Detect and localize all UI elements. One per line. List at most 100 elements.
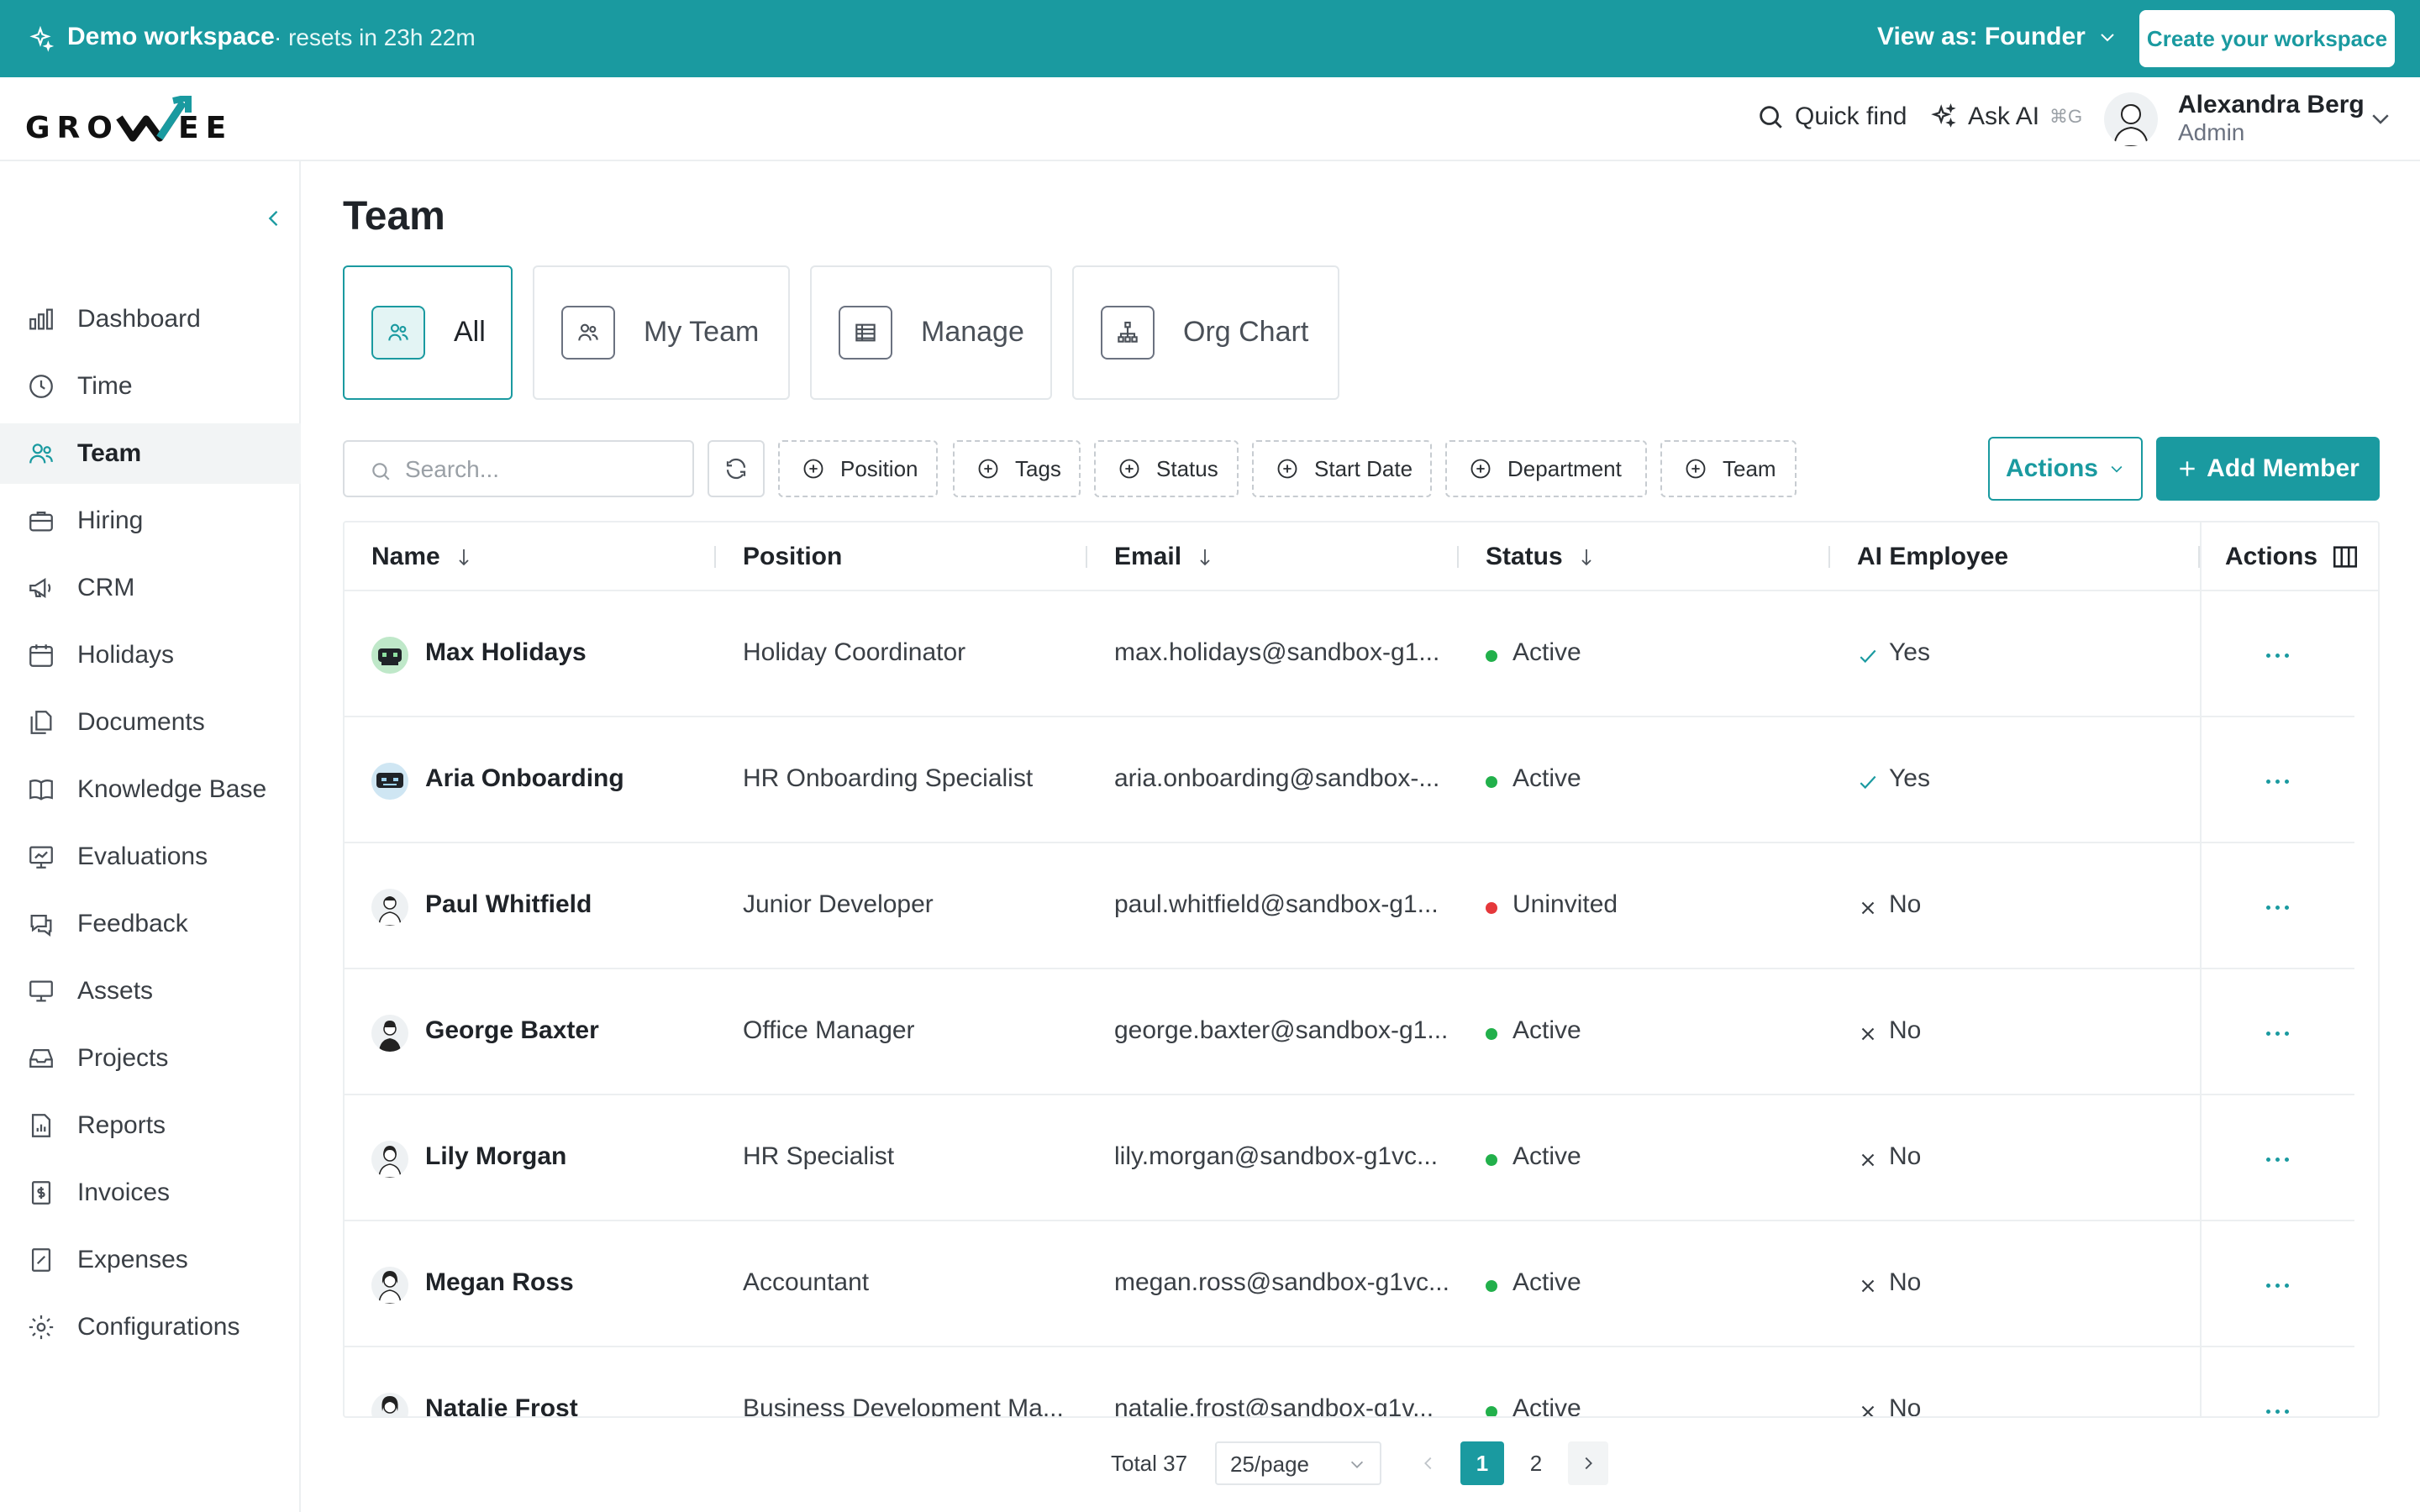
filter-position[interactable]: Position xyxy=(778,440,938,497)
user-avatar[interactable] xyxy=(2104,92,2158,146)
member-email: max.holidays@sandbox-g1... xyxy=(1114,638,1440,666)
table-row[interactable]: Max Holidays Holiday Coordinator max.hol… xyxy=(345,591,2354,717)
sidebar-item-label: Evaluations xyxy=(77,843,208,870)
sidebar-item-crm[interactable]: CRM xyxy=(0,558,301,618)
column-header-status[interactable]: Status xyxy=(1486,543,1597,571)
table-row[interactable]: George Baxter Office Manager george.baxt… xyxy=(345,969,2354,1095)
table-row[interactable]: Lily Morgan HR Specialist lily.morgan@sa… xyxy=(345,1095,2354,1221)
person-avatar xyxy=(371,1141,408,1178)
view-as-dropdown[interactable]: View as: Founder xyxy=(1877,23,2118,51)
member-name[interactable]: Paul Whitfield xyxy=(425,890,592,919)
filter-tags[interactable]: Tags xyxy=(953,440,1081,497)
column-divider[interactable] xyxy=(1457,546,1459,568)
refresh-icon xyxy=(726,458,746,480)
ask-ai-button[interactable]: Ask AI ⌘G xyxy=(1929,102,2082,131)
briefcase-icon xyxy=(29,511,53,532)
sidebar-item-time[interactable]: Time xyxy=(0,356,301,417)
filter-department[interactable]: Department xyxy=(1445,440,1647,497)
chevron-down-icon[interactable] xyxy=(2368,106,2393,131)
more-actions-button[interactable] xyxy=(2260,890,2294,924)
page-size-select[interactable]: 25/page xyxy=(1215,1441,1381,1485)
sidebar-item-invoices[interactable]: Invoices xyxy=(0,1163,301,1223)
status-dot xyxy=(1486,902,1497,914)
sidebar-item-label: Invoices xyxy=(77,1179,171,1206)
more-actions-button[interactable] xyxy=(2260,1394,2294,1416)
table-row[interactable]: Megan Ross Accountant megan.ross@sandbox… xyxy=(345,1221,2354,1347)
sidebar-item-configurations[interactable]: Configurations xyxy=(0,1297,301,1357)
column-divider[interactable] xyxy=(714,546,716,568)
table-row[interactable]: Natalie Frost Business Development Ma...… xyxy=(345,1347,2354,1418)
member-position: Business Development Ma... xyxy=(743,1394,1064,1418)
column-header-name[interactable]: Name xyxy=(371,543,474,571)
member-email: megan.ross@sandbox-g1vc... xyxy=(1114,1268,1449,1296)
tab-my-team[interactable]: My Team xyxy=(533,265,790,400)
filter-start-date[interactable]: Start Date xyxy=(1252,440,1432,497)
sidebar-item-dashboard[interactable]: Dashboard xyxy=(0,289,301,349)
quick-find-button[interactable]: Quick find xyxy=(1756,102,1907,131)
member-name[interactable]: Lily Morgan xyxy=(425,1142,566,1171)
columns-icon[interactable] xyxy=(2331,543,2360,571)
collapse-sidebar-icon[interactable] xyxy=(262,207,286,230)
tab-manage[interactable]: Manage xyxy=(810,265,1052,400)
sidebar-item-evaluations[interactable]: Evaluations xyxy=(0,827,301,887)
filter-status[interactable]: Status xyxy=(1094,440,1239,497)
refresh-button[interactable] xyxy=(708,440,765,497)
member-name[interactable]: Megan Ross xyxy=(425,1268,574,1297)
column-divider[interactable] xyxy=(1086,546,1087,568)
sidebar-item-holidays[interactable]: Holidays xyxy=(0,625,301,685)
plus-circle-icon xyxy=(978,459,998,479)
filter-label: Department xyxy=(1507,455,1622,481)
column-header-ai-employee[interactable]: AI Employee xyxy=(1857,543,2008,571)
create-workspace-button[interactable]: Create your workspace xyxy=(2139,10,2395,67)
user-role: Admin xyxy=(2178,119,2245,145)
member-name[interactable]: George Baxter xyxy=(425,1016,599,1045)
column-divider[interactable] xyxy=(1828,546,1830,568)
column-header-actions[interactable]: Actions xyxy=(2225,543,2360,571)
page-1-button[interactable]: 1 xyxy=(1460,1441,1504,1485)
user-name[interactable]: Alexandra Berg xyxy=(2178,91,2365,119)
sidebar-item-knowledge-base[interactable]: Knowledge Base xyxy=(0,759,301,820)
more-actions-button[interactable] xyxy=(2260,638,2294,672)
logo-text-left: GRO xyxy=(25,111,119,145)
check-icon xyxy=(1860,775,1876,790)
member-name[interactable]: Max Holidays xyxy=(425,638,587,667)
more-actions-button[interactable] xyxy=(2260,1268,2294,1302)
member-position: Holiday Coordinator xyxy=(743,638,966,666)
sidebar-item-reports[interactable]: Reports xyxy=(0,1095,301,1156)
sidebar-item-hiring[interactable]: Hiring xyxy=(0,491,301,551)
sidebar-item-assets[interactable]: Assets xyxy=(0,961,301,1021)
tab-all[interactable]: All xyxy=(343,265,513,400)
more-actions-button[interactable] xyxy=(2260,1142,2294,1176)
page-2-button[interactable]: 2 xyxy=(1514,1441,1558,1485)
next-page-button[interactable] xyxy=(1568,1441,1608,1485)
more-actions-button[interactable] xyxy=(2260,1016,2294,1050)
column-header-position[interactable]: Position xyxy=(743,543,842,571)
previous-page-button[interactable] xyxy=(1408,1441,1449,1485)
member-status: Active xyxy=(1512,1142,1581,1170)
table-row[interactable]: Aria Onboarding HR Onboarding Specialist… xyxy=(345,717,2354,843)
sidebar-item-team[interactable]: Team xyxy=(0,423,301,484)
member-name[interactable]: Natalie Frost xyxy=(425,1394,578,1416)
sidebar-item-label: Team xyxy=(77,439,142,467)
sidebar-item-projects[interactable]: Projects xyxy=(0,1028,301,1089)
search-box[interactable] xyxy=(343,440,694,497)
add-member-button[interactable]: Add Member xyxy=(2156,437,2380,501)
member-name[interactable]: Aria Onboarding xyxy=(425,764,624,793)
bar-chart-icon xyxy=(29,308,53,330)
more-actions-button[interactable] xyxy=(2260,764,2294,798)
users-icon xyxy=(29,444,53,464)
sidebar-item-documents[interactable]: Documents xyxy=(0,692,301,753)
sort-down-icon xyxy=(459,549,469,566)
tab-label: My Team xyxy=(644,316,760,348)
column-header-email[interactable]: Email xyxy=(1114,543,1215,571)
sidebar-item-expenses[interactable]: Expenses xyxy=(0,1230,301,1290)
users-icon xyxy=(371,306,425,360)
tab-org-chart[interactable]: Org Chart xyxy=(1072,265,1339,400)
filter-team[interactable]: Team xyxy=(1660,440,1797,497)
table-row[interactable]: Paul Whitfield Junior Developer paul.whi… xyxy=(345,843,2354,969)
person-avatar-icon xyxy=(2112,104,2149,146)
actions-dropdown-button[interactable]: Actions xyxy=(1988,437,2143,501)
column-label: Actions xyxy=(2225,543,2318,570)
search-input[interactable] xyxy=(405,454,682,486)
sidebar-item-feedback[interactable]: Feedback xyxy=(0,894,301,954)
